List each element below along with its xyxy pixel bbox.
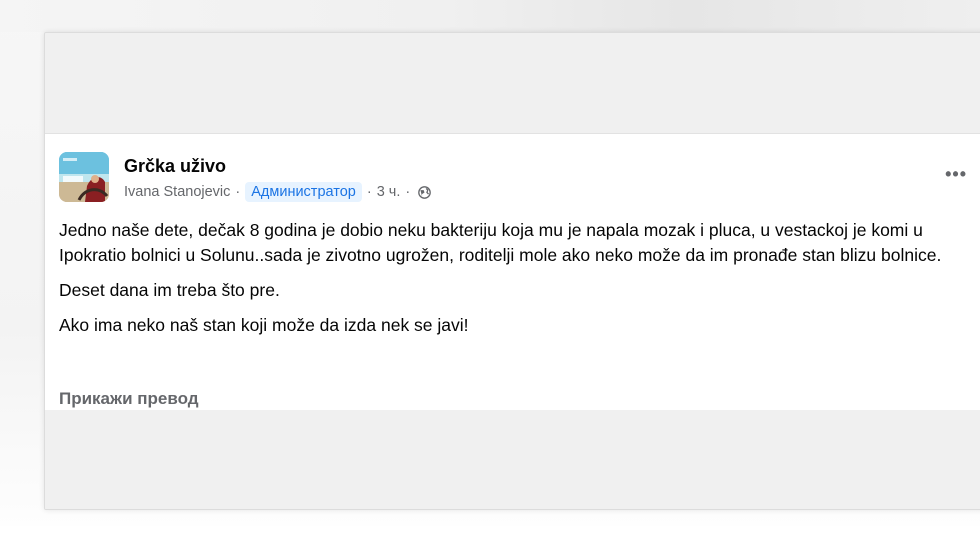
see-translation-link[interactable]: Прикажи превод: [59, 389, 199, 410]
frame-bottom-blank-area: [45, 410, 980, 509]
background-top-strip: [0, 0, 980, 32]
post-paragraph: Ako ima neko naš stan koji može da izda …: [59, 315, 469, 335]
group-name[interactable]: Grčka uživo: [124, 156, 226, 177]
background-bottom-strip: [0, 526, 980, 550]
more-options-button[interactable]: •••: [945, 164, 967, 185]
admin-role-badge: Администратор: [245, 182, 362, 202]
post-body: Jedno naše dete, dečak 8 godina je dobio…: [59, 218, 969, 348]
post-meta-row: Ivana Stanojevic · Администратор · 3 ч. …: [124, 182, 432, 202]
meta-separator: ·: [405, 184, 411, 200]
facebook-group-post: Grčka uživo Ivana Stanojevic · Администр…: [45, 134, 980, 410]
frame-top-blank-area: [45, 33, 980, 134]
globe-icon: [418, 185, 432, 199]
post-timestamp[interactable]: 3 ч.: [377, 184, 401, 200]
post-screenshot-frame: Grčka uživo Ivana Stanojevic · Администр…: [44, 32, 980, 510]
post-paragraph: Deset dana im treba što pre.: [59, 280, 280, 300]
meta-separator: ·: [366, 184, 372, 200]
screenshot-background: Grčka uživo Ivana Stanojevic · Администр…: [0, 0, 980, 550]
group-avatar-image: [59, 152, 109, 202]
author-name[interactable]: Ivana Stanojevic: [124, 184, 230, 200]
meta-separator: ·: [235, 184, 241, 200]
post-paragraph: Jedno naše dete, dečak 8 godina je dobio…: [59, 220, 942, 265]
group-avatar[interactable]: [59, 152, 109, 202]
